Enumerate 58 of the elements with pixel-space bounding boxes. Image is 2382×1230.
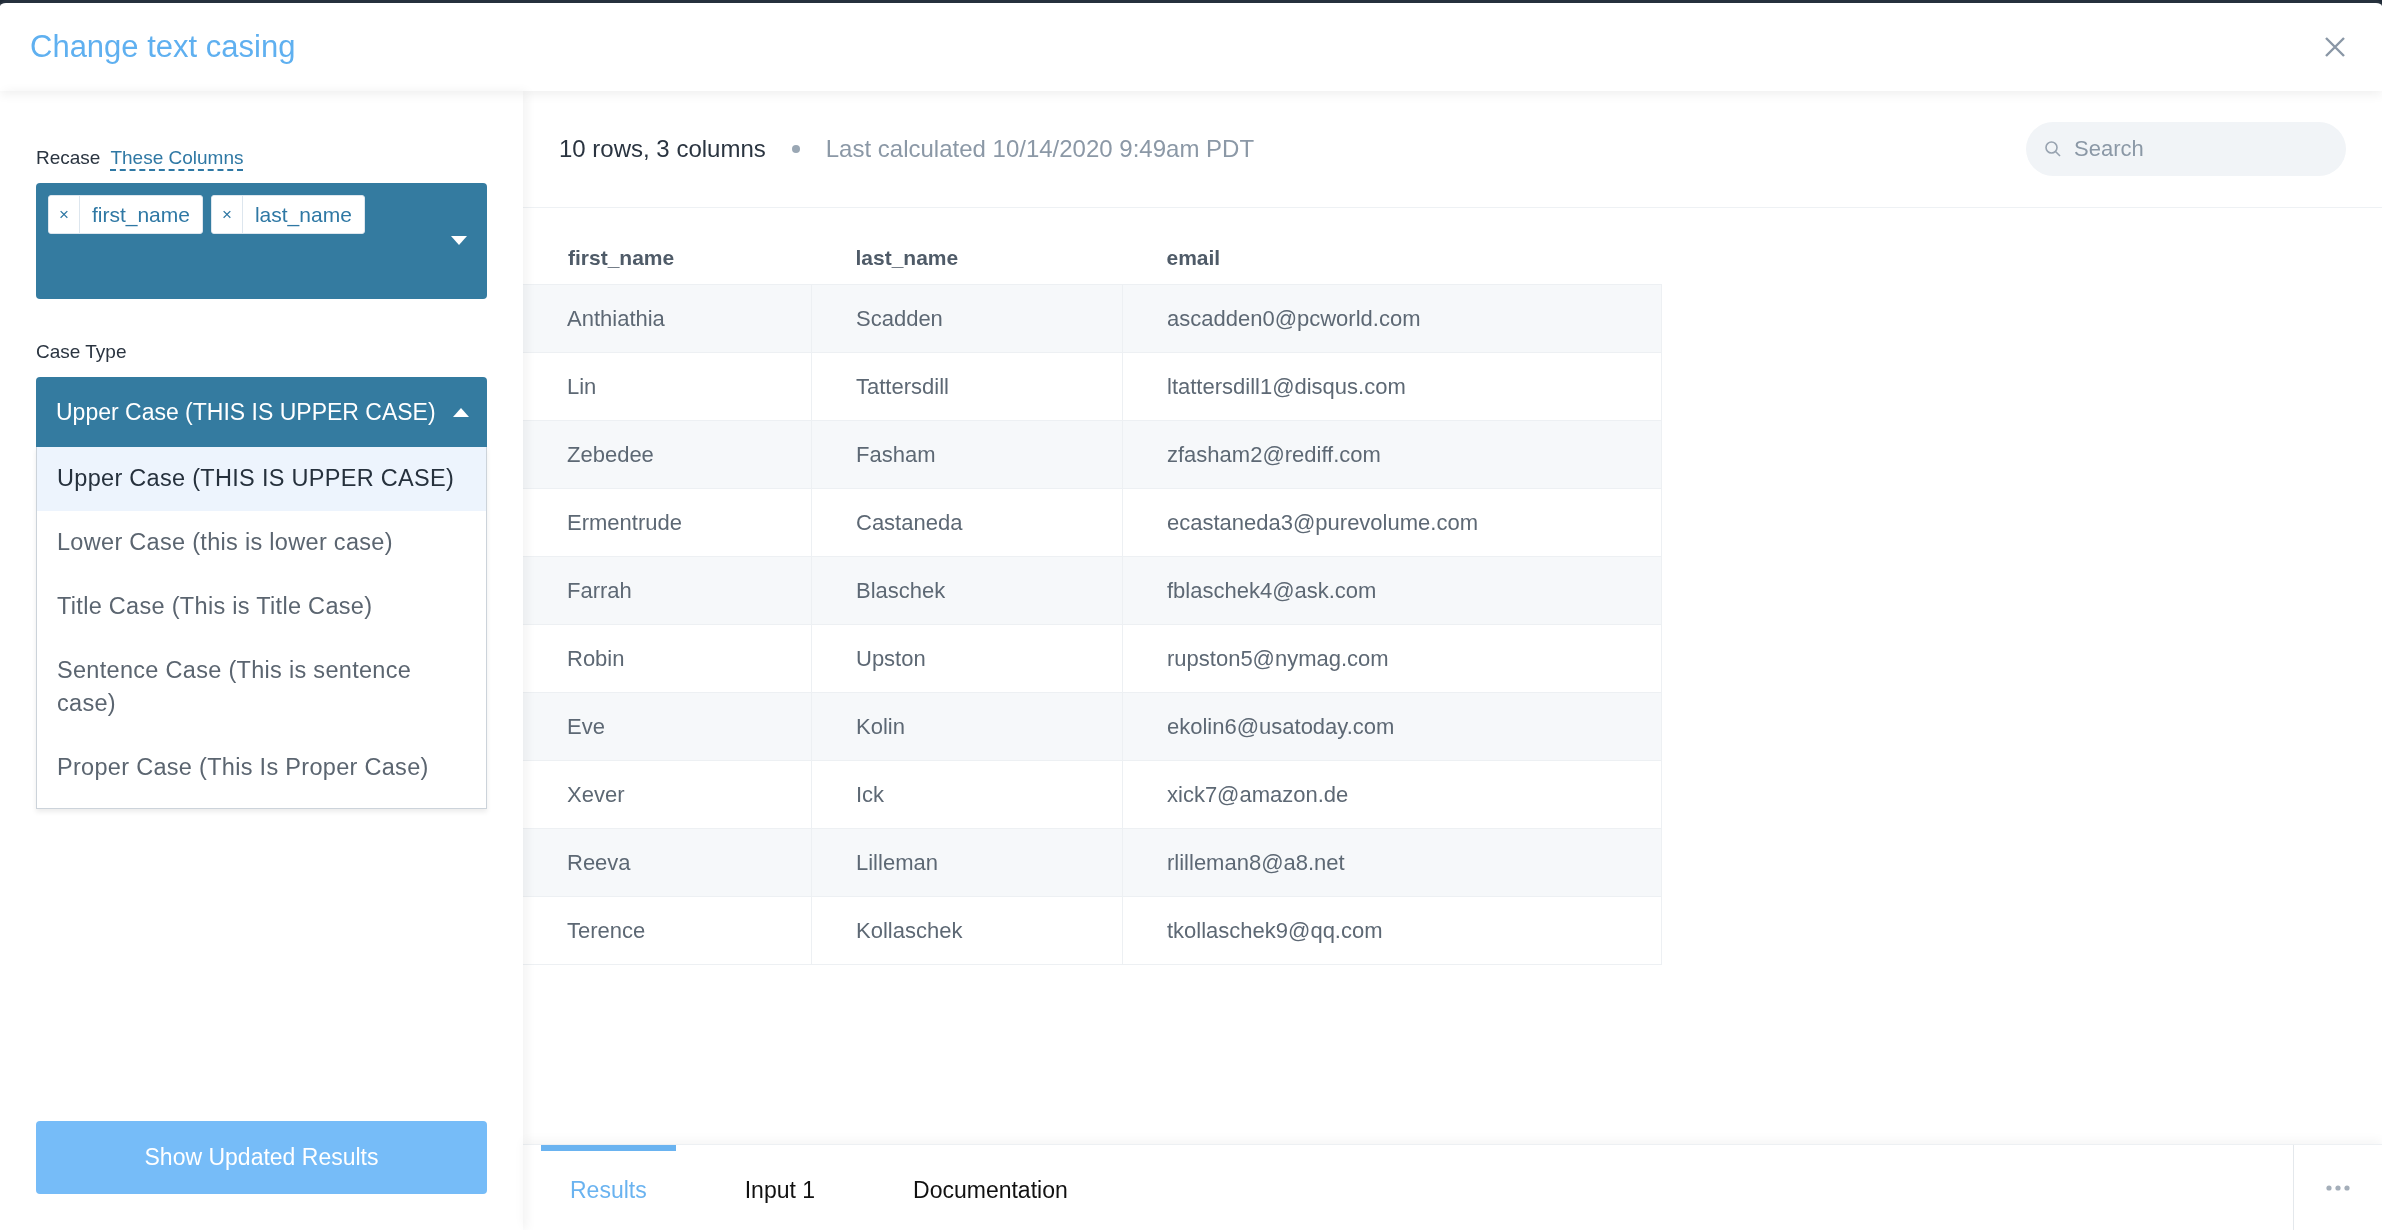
- tag-label: last_name: [253, 202, 353, 229]
- columns-link[interactable]: These Columns: [110, 147, 244, 171]
- table-cell: Lilleman: [811, 828, 1123, 897]
- table-cell: Reeva: [523, 828, 812, 897]
- table-cell: fblaschek4@ask.com: [1122, 556, 1662, 625]
- window-title: Change text casing: [30, 29, 296, 65]
- more-icon[interactable]: [2326, 1184, 2350, 1191]
- table-cell: Zebedee: [523, 420, 812, 489]
- column-header: first_name: [523, 232, 812, 285]
- dropdown-option[interactable]: Sentence Case (This is sentence case): [37, 639, 486, 736]
- table-cell: ltattersdill1@disqus.com: [1122, 352, 1662, 421]
- table-cell: Farrah: [523, 556, 812, 625]
- dropdown-option[interactable]: Upper Case (THIS IS UPPER CASE): [37, 447, 486, 511]
- row-count: 10 rows, 3 columns: [559, 135, 766, 163]
- separator-dot: [791, 145, 800, 153]
- table-cell: Ick: [811, 760, 1123, 829]
- tab[interactable]: Documentation: [884, 1145, 1097, 1230]
- last-calculated: Last calculated 10/14/2020 9:49am PDT: [825, 135, 1255, 163]
- table-cell: Tattersdill: [811, 352, 1123, 421]
- table-cell: xick7@amazon.de: [1122, 760, 1662, 829]
- search-icon: [2044, 140, 2062, 158]
- caret-icon: [451, 236, 467, 246]
- table-cell: rupston5@nymag.com: [1122, 624, 1662, 693]
- table-cell: Eve: [523, 692, 812, 761]
- close-icon[interactable]: [2324, 36, 2346, 58]
- table-cell: Scadden: [811, 284, 1123, 353]
- dropdown-option[interactable]: Proper Case (This Is Proper Case): [37, 736, 486, 800]
- tag-label: first_name: [90, 202, 191, 229]
- dropdown-option[interactable]: Lower Case (this is lower case): [37, 511, 486, 575]
- caret-icon: [453, 407, 469, 417]
- table-cell: Kollaschek: [811, 896, 1123, 965]
- table-cell: Ermentrude: [523, 488, 812, 557]
- table-cell: Upston: [811, 624, 1123, 693]
- column-header: email: [1122, 232, 1662, 285]
- table-cell: Fasham: [811, 420, 1123, 489]
- tab[interactable]: Input 1: [715, 1145, 845, 1230]
- search-field[interactable]: Search: [2026, 122, 2346, 176]
- table-cell: ekolin6@usatoday.com: [1122, 692, 1662, 761]
- table-cell: Blaschek: [811, 556, 1123, 625]
- table-cell: Terence: [523, 896, 812, 965]
- column-multiselect[interactable]: × first_name × last_name: [36, 183, 487, 299]
- table-cell: Xever: [523, 760, 812, 829]
- case-type-select[interactable]: Upper Case (THIS IS UPPER CASE): [36, 377, 487, 447]
- table-cell: tkollaschek9@qq.com: [1122, 896, 1662, 965]
- case-type-label: Case Type: [36, 341, 128, 363]
- recase-label: Recase: [36, 147, 101, 169]
- table-cell: Kolin: [811, 692, 1123, 761]
- dropdown-option[interactable]: Title Case (This is Title Case): [37, 575, 486, 639]
- table-cell: Lin: [523, 352, 812, 421]
- table-cell: Robin: [523, 624, 812, 693]
- column-header: last_name: [811, 232, 1123, 285]
- remove-tag-button[interactable]: ×: [49, 196, 80, 233]
- table-cell: ecastaneda3@purevolume.com: [1122, 488, 1662, 557]
- table-cell: rlilleman8@a8.net: [1122, 828, 1662, 897]
- table-cell: zfasham2@rediff.com: [1122, 420, 1662, 489]
- table-cell: ascadden0@pcworld.com: [1122, 284, 1662, 353]
- table-cell: Anthiathia: [523, 284, 812, 353]
- table-cell: Castaneda: [811, 488, 1123, 557]
